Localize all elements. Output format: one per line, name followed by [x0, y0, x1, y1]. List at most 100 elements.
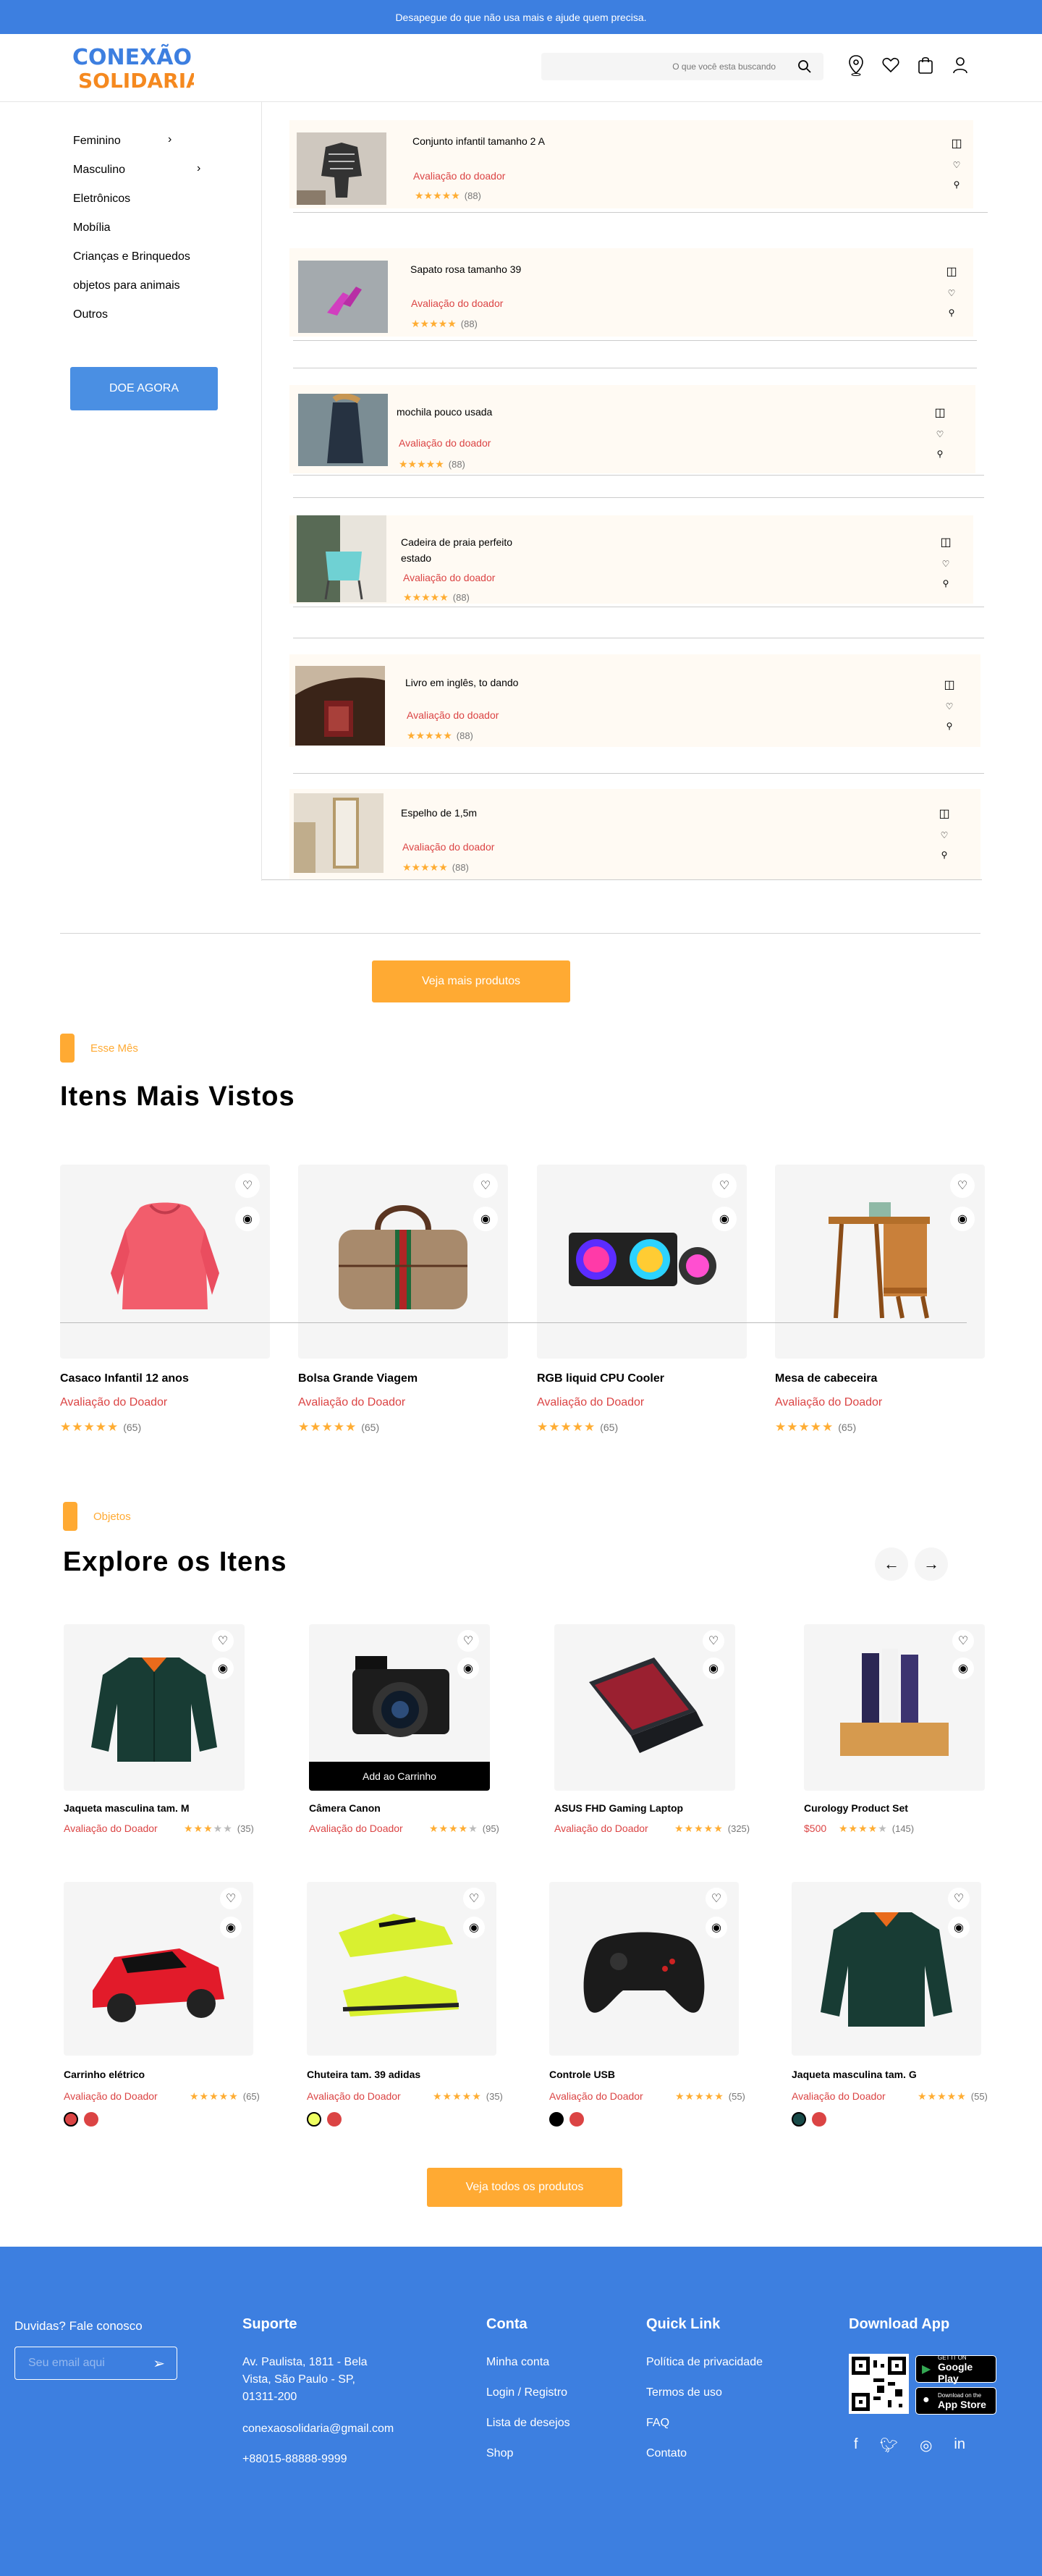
- product-name[interactable]: Casaco Infantil 12 anos: [60, 1372, 189, 1385]
- list-item[interactable]: Livro em inglês, to dando Avaliação do d…: [289, 654, 980, 747]
- heart-icon[interactable]: ♡: [948, 288, 956, 298]
- heart-icon[interactable]: ♡: [457, 1630, 479, 1652]
- list-item[interactable]: mochila pouco usada Avaliação do doador …: [289, 385, 975, 473]
- heart-icon[interactable]: ♡: [950, 1173, 975, 1198]
- linkedin-icon[interactable]: in: [954, 2436, 965, 2454]
- heart-icon[interactable]: ♡: [463, 1888, 485, 1909]
- heart-icon[interactable]: ♡: [948, 1888, 970, 1909]
- bag-icon[interactable]: [916, 53, 935, 77]
- product-image[interactable]: ♡ ◉: [804, 1624, 985, 1791]
- bag-icon[interactable]: ◫: [951, 136, 962, 151]
- send-icon[interactable]: ➢: [153, 2355, 165, 2373]
- heart-icon[interactable]: ♡: [941, 830, 949, 840]
- product-image[interactable]: ♡ ◉: [792, 1882, 981, 2056]
- bag-icon[interactable]: ◫: [934, 405, 945, 420]
- color-swatch[interactable]: [549, 2112, 564, 2127]
- heart-icon[interactable]: ♡: [706, 1888, 727, 1909]
- product-image[interactable]: ♡ ◉: [775, 1165, 985, 1359]
- eye-icon[interactable]: ◉: [703, 1657, 724, 1679]
- product-name[interactable]: Carrinho elétrico: [64, 2069, 145, 2080]
- heart-icon[interactable]: ♡: [942, 559, 950, 569]
- product-name[interactable]: Jaqueta masculina tam. M: [64, 1802, 190, 1814]
- eye-icon[interactable]: ◉: [212, 1657, 234, 1679]
- product-name[interactable]: Jaqueta masculina tam. G: [792, 2069, 917, 2080]
- product-image[interactable]: ♡ ◉: [307, 1882, 496, 2056]
- pin-icon[interactable]: ⚲: [937, 449, 944, 459]
- list-item-title[interactable]: mochila pouco usada: [397, 404, 541, 420]
- product-name[interactable]: Controle USB: [549, 2069, 615, 2080]
- pin-icon[interactable]: ⚲: [941, 850, 948, 860]
- heart-icon[interactable]: ♡: [946, 701, 954, 711]
- color-swatch[interactable]: [327, 2112, 342, 2127]
- footer-link[interactable]: Política de privacidade: [646, 2354, 763, 2371]
- color-swatch[interactable]: [569, 2112, 584, 2127]
- location-pin-icon[interactable]: [847, 53, 865, 77]
- product-name[interactable]: Chuteira tam. 39 adidas: [307, 2069, 420, 2080]
- sidebar-item-eletronicos[interactable]: Eletrônicos: [73, 193, 130, 206]
- eye-icon[interactable]: ◉: [220, 1917, 242, 1938]
- product-image[interactable]: ♡ ◉: [549, 1882, 739, 2056]
- color-swatch[interactable]: [792, 2112, 806, 2127]
- eye-icon[interactable]: ◉: [457, 1657, 479, 1679]
- product-name[interactable]: Câmera Canon: [309, 1802, 381, 1814]
- sidebar-item-animais[interactable]: objetos para animais: [73, 279, 180, 292]
- add-to-cart-button[interactable]: Add ao Carrinho: [309, 1762, 490, 1791]
- heart-icon[interactable]: [881, 53, 900, 77]
- list-item[interactable]: Cadeira de praia perfeito estado Avaliaç…: [289, 515, 973, 604]
- heart-icon[interactable]: ♡: [936, 429, 944, 439]
- heart-icon[interactable]: ♡: [212, 1630, 234, 1652]
- contact-email[interactable]: conexaosolidaria@gmail.com: [242, 2420, 394, 2438]
- eye-icon[interactable]: ◉: [706, 1917, 727, 1938]
- arrow-right-icon[interactable]: →: [915, 1547, 948, 1581]
- sidebar-item-criancas[interactable]: Crianças e Brinquedos: [73, 250, 190, 263]
- list-item-title[interactable]: Sapato rosa tamanho 39: [410, 261, 555, 277]
- bag-icon[interactable]: ◫: [946, 264, 957, 279]
- bag-icon[interactable]: ◫: [940, 535, 951, 549]
- search-icon[interactable]: [797, 59, 812, 74]
- eye-icon[interactable]: ◉: [952, 1657, 974, 1679]
- product-name[interactable]: RGB liquid CPU Cooler: [537, 1372, 664, 1385]
- color-swatch[interactable]: [64, 2112, 78, 2127]
- google-play-button[interactable]: ▶ GET IT ON Google Play: [915, 2355, 996, 2384]
- product-name[interactable]: Mesa de cabeceira: [775, 1372, 877, 1385]
- chevron-right-icon[interactable]: ›: [168, 133, 171, 146]
- list-item-title[interactable]: Cadeira de praia perfeito estado: [401, 534, 538, 566]
- donate-button[interactable]: DOE AGORA: [70, 367, 218, 410]
- bag-icon[interactable]: ◫: [939, 806, 949, 821]
- facebook-icon[interactable]: f: [854, 2436, 858, 2454]
- product-image[interactable]: ♡ ◉: [60, 1165, 270, 1359]
- logo[interactable]: CONEXÃO SOLIDARIA: [71, 41, 202, 93]
- pin-icon[interactable]: ⚲: [954, 180, 960, 190]
- list-item[interactable]: Sapato rosa tamanho 39 Avaliação do doad…: [289, 248, 973, 337]
- twitter-icon[interactable]: 🐦︎: [880, 2436, 898, 2454]
- list-item-title[interactable]: Espelho de 1,5m: [401, 805, 546, 821]
- bag-icon[interactable]: ◫: [944, 677, 954, 692]
- eye-icon[interactable]: ◉: [948, 1917, 970, 1938]
- product-name[interactable]: ASUS FHD Gaming Laptop: [554, 1802, 683, 1814]
- eye-icon[interactable]: ◉: [473, 1207, 498, 1231]
- eye-icon[interactable]: ◉: [950, 1207, 975, 1231]
- email-input[interactable]: Seu email aqui ➢: [14, 2347, 177, 2380]
- product-name[interactable]: Curology Product Set: [804, 1802, 908, 1814]
- all-products-button[interactable]: Veja todos os produtos: [427, 2168, 622, 2207]
- heart-icon[interactable]: ♡: [953, 160, 961, 170]
- product-image[interactable]: ♡ ◉: [537, 1165, 747, 1359]
- sidebar-item-feminino[interactable]: Feminino: [73, 135, 121, 148]
- search-input[interactable]: O que você esta buscando: [541, 53, 823, 80]
- footer-link[interactable]: Shop: [486, 2445, 513, 2462]
- product-image[interactable]: ♡ ◉ Add ao Carrinho: [309, 1624, 490, 1791]
- heart-icon[interactable]: ♡: [235, 1173, 260, 1198]
- sidebar-item-mobilia[interactable]: Mobília: [73, 221, 111, 235]
- list-item[interactable]: Espelho de 1,5m Avaliação do doador ★★★★…: [289, 789, 980, 880]
- list-item[interactable]: Conjunto infantil tamanho 2 A Avaliação …: [289, 120, 973, 208]
- pin-icon[interactable]: ⚲: [943, 578, 949, 588]
- instagram-icon[interactable]: ◎: [920, 2436, 932, 2454]
- heart-icon[interactable]: ♡: [220, 1888, 242, 1909]
- sidebar-item-masculino[interactable]: Masculino: [73, 164, 125, 177]
- footer-link[interactable]: Termos de uso: [646, 2384, 722, 2402]
- heart-icon[interactable]: ♡: [712, 1173, 737, 1198]
- footer-link[interactable]: Lista de desejos: [486, 2415, 570, 2432]
- product-image[interactable]: ♡ ◉: [64, 1624, 245, 1791]
- pin-icon[interactable]: ⚲: [946, 721, 953, 731]
- color-swatch[interactable]: [812, 2112, 826, 2127]
